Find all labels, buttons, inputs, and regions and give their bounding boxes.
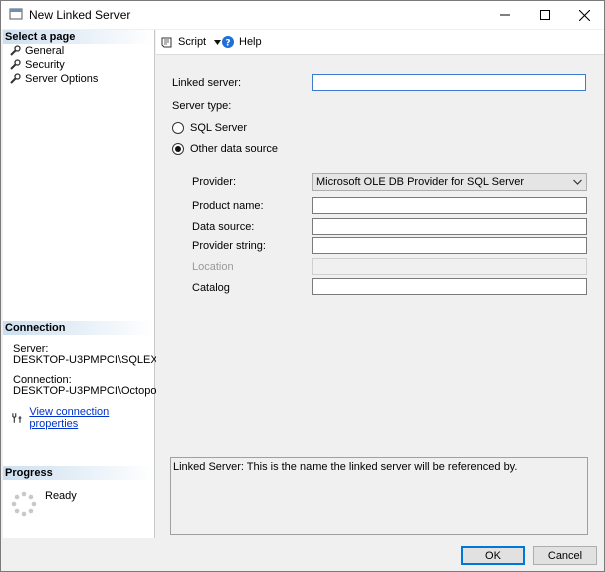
chevron-down-icon [573,179,582,185]
linked-server-label: Linked server: [172,77,242,89]
progress-status: Ready [45,490,77,502]
dialog-app-icon [9,8,23,20]
cancel-button[interactable]: Cancel [533,546,597,565]
radio-sql-server-label: SQL Server [190,122,248,134]
provider-string-label: Provider string: [192,240,266,252]
window-title: New Linked Server [29,8,131,22]
page-item-security[interactable]: Security [9,58,65,71]
script-button[interactable]: Script [161,36,222,48]
page-item-server-options[interactable]: Server Options [9,72,98,85]
radio-circle [172,122,184,134]
product-name-label: Product name: [192,200,264,212]
page-item-label: Server Options [25,72,99,85]
svg-text:?: ? [225,39,230,49]
radio-sql-server[interactable]: SQL Server [172,122,247,134]
connection-header: Connection [3,321,154,335]
provider-string-input[interactable] [312,237,587,254]
radio-selected-dot [175,146,181,152]
radio-other-data-source[interactable]: Other data source [172,143,278,155]
ok-button[interactable]: OK [461,546,525,565]
wrench-icon [10,44,21,56]
new-linked-server-dialog: New Linked Server Select a page General … [0,0,605,572]
minimize-button[interactable] [485,1,525,29]
title-bar: New Linked Server [1,1,604,29]
radio-circle-selected [172,143,184,155]
close-icon [578,9,590,21]
page-item-general[interactable]: General [9,44,64,57]
connection-properties-icon [12,413,22,423]
provider-label: Provider: [192,176,237,188]
server-type-label: Server type: [172,100,232,112]
location-label: Location [192,261,234,273]
provider-select[interactable]: Microsoft OLE DB Provider for SQL Server [312,173,587,191]
data-source-label: Data source: [192,221,255,233]
maximize-button[interactable] [525,1,565,29]
location-input [312,258,587,275]
script-label: Script [178,36,207,48]
close-button[interactable] [564,1,604,29]
linked-server-input[interactable] [312,74,586,91]
description-text: Linked Server: This is the name the link… [173,461,518,473]
radio-other-label: Other data source [190,143,279,155]
wrench-icon [10,72,21,84]
progress-spinner-icon [11,491,37,517]
data-source-input[interactable] [312,218,587,235]
script-icon [161,37,172,48]
description-panel: Linked Server: This is the name the link… [170,457,588,535]
page-item-label: Security [25,58,65,71]
catalog-label: Catalog [192,282,230,294]
view-connection-properties-link[interactable]: View connection properties [11,406,154,430]
select-page-header: Select a page [3,30,154,44]
connection-value: DESKTOP-U3PMPCI\Octopod [13,385,163,397]
general-page-content: Linked server: Server type: SQL Server O… [156,56,604,538]
chevron-down-icon [214,39,222,45]
help-button[interactable]: ? Help [222,36,262,48]
view-connection-properties-label: View connection properties [29,406,110,430]
help-label: Help [239,36,262,48]
page-item-label: General [25,44,65,57]
maximize-icon [540,10,550,20]
minimize-icon [500,14,510,16]
help-icon: ? [222,36,234,48]
product-name-input[interactable] [312,197,587,214]
progress-header: Progress [3,466,154,480]
left-pane: Select a page General Security Server Op… [3,30,180,538]
catalog-input[interactable] [312,278,587,295]
provider-value: Microsoft OLE DB Provider for SQL Server [316,176,525,188]
wrench-icon [10,58,21,70]
toolbar: Script ? Help [156,30,604,55]
